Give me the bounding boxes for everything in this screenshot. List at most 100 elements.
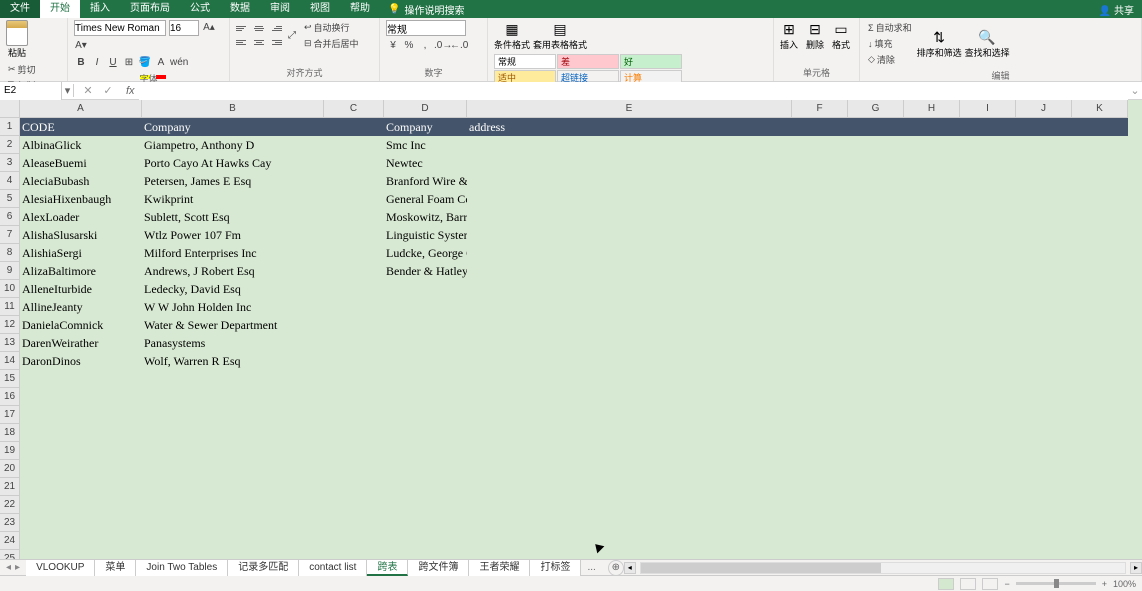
cell[interactable]: AlesiaHixenbaugh [20, 190, 142, 208]
orientation-button[interactable]: ⤢ [285, 29, 299, 43]
row-header[interactable]: 14 [0, 352, 20, 370]
cell[interactable] [960, 514, 1016, 532]
cell[interactable] [467, 136, 792, 154]
cell[interactable]: DarenWeirather [20, 334, 142, 352]
sort-filter-button[interactable]: ⇅排序和筛选 [917, 28, 962, 59]
cell[interactable] [1072, 334, 1128, 352]
cell[interactable]: AlizaBaltimore [20, 262, 142, 280]
cell[interactable] [324, 280, 384, 298]
cancel-formula-button[interactable]: ✕ [82, 84, 94, 97]
sheet-tab[interactable]: 打标签 [530, 560, 581, 576]
cell[interactable] [904, 424, 960, 442]
cell[interactable] [960, 334, 1016, 352]
clear-button[interactable]: ◇清除 [866, 52, 914, 67]
cell[interactable] [1072, 298, 1128, 316]
cell[interactable] [960, 370, 1016, 388]
cell[interactable]: Wolf, Warren R Esq [142, 352, 324, 370]
cell[interactable]: W W John Holden Inc [142, 298, 324, 316]
hscroll-thumb[interactable] [641, 563, 881, 573]
cell[interactable] [904, 262, 960, 280]
column-header[interactable]: B [142, 100, 324, 118]
currency-button[interactable]: ¥ [386, 39, 400, 53]
cell[interactable] [792, 532, 848, 550]
cell[interactable] [384, 280, 467, 298]
cell[interactable]: Panasystems [142, 334, 324, 352]
cell[interactable] [904, 154, 960, 172]
cell[interactable] [1016, 532, 1072, 550]
cell[interactable] [467, 262, 792, 280]
cell[interactable] [1016, 190, 1072, 208]
cell[interactable]: General Foam Corporation [384, 190, 467, 208]
cell[interactable] [848, 442, 904, 460]
cell[interactable] [792, 172, 848, 190]
cell[interactable] [904, 208, 960, 226]
cell[interactable]: Newtec [384, 154, 467, 172]
cell[interactable] [324, 442, 384, 460]
find-select-button[interactable]: 🔍查找和选择 [965, 28, 1010, 59]
hscroll-right[interactable]: ▸ [1130, 562, 1142, 574]
cell[interactable] [384, 406, 467, 424]
tell-me[interactable]: 💡操作说明搜索 [380, 2, 472, 17]
cell[interactable] [142, 532, 324, 550]
cell[interactable] [904, 442, 960, 460]
row-header[interactable]: 9 [0, 262, 20, 280]
paste-button[interactable]: 粘贴 [6, 20, 28, 59]
cell[interactable] [904, 352, 960, 370]
cell[interactable] [792, 154, 848, 172]
cell[interactable] [384, 352, 467, 370]
cell[interactable]: AlishiaSergi [20, 244, 142, 262]
cell[interactable] [324, 172, 384, 190]
cell[interactable] [324, 190, 384, 208]
wrap-text-button[interactable]: ↩自动换行 [302, 20, 361, 35]
cell[interactable]: Wtlz Power 107 Fm [142, 226, 324, 244]
cell[interactable] [1072, 442, 1128, 460]
row-header[interactable]: 21 [0, 478, 20, 496]
cell[interactable] [1072, 370, 1128, 388]
cell[interactable] [467, 226, 792, 244]
cell[interactable] [20, 460, 142, 478]
cell[interactable] [20, 388, 142, 406]
align-top-button[interactable] [236, 23, 250, 35]
border-button[interactable]: ⊞ [122, 56, 136, 70]
cell[interactable] [792, 262, 848, 280]
cell[interactable] [324, 208, 384, 226]
menu-tab[interactable]: 插入 [80, 0, 120, 18]
cell[interactable] [324, 532, 384, 550]
cell[interactable] [904, 532, 960, 550]
cell[interactable] [848, 406, 904, 424]
cell[interactable] [142, 514, 324, 532]
cell[interactable] [1072, 226, 1128, 244]
menu-tab[interactable]: 审阅 [260, 0, 300, 18]
formula-input[interactable] [139, 82, 1128, 100]
cell[interactable] [467, 478, 792, 496]
cell[interactable] [384, 334, 467, 352]
cell[interactable] [1072, 550, 1128, 559]
align-left-button[interactable] [236, 37, 250, 49]
row-header[interactable]: 20 [0, 460, 20, 478]
cell[interactable]: Milford Enterprises Inc [142, 244, 324, 262]
cell[interactable] [792, 478, 848, 496]
cell[interactable] [1016, 442, 1072, 460]
row-header[interactable]: 6 [0, 208, 20, 226]
cell[interactable] [324, 136, 384, 154]
cell[interactable] [467, 298, 792, 316]
insert-cells-button[interactable]: ⊞插入 [780, 20, 798, 51]
cell[interactable] [1072, 118, 1128, 136]
cell[interactable] [467, 154, 792, 172]
cell[interactable] [792, 514, 848, 532]
cell[interactable] [960, 298, 1016, 316]
cell[interactable] [792, 226, 848, 244]
cell[interactable] [384, 478, 467, 496]
cell[interactable] [384, 298, 467, 316]
decrease-font-button[interactable]: A▾ [74, 39, 88, 53]
cell[interactable]: CODE [20, 118, 142, 136]
row-header[interactable]: 18 [0, 424, 20, 442]
italic-button[interactable]: I [90, 56, 104, 70]
cell[interactable] [960, 262, 1016, 280]
cell[interactable] [1016, 280, 1072, 298]
cell[interactable] [1072, 460, 1128, 478]
add-sheet-button[interactable]: ⊕ [608, 560, 624, 576]
cell[interactable] [848, 118, 904, 136]
cell[interactable] [792, 550, 848, 559]
cell[interactable] [792, 298, 848, 316]
